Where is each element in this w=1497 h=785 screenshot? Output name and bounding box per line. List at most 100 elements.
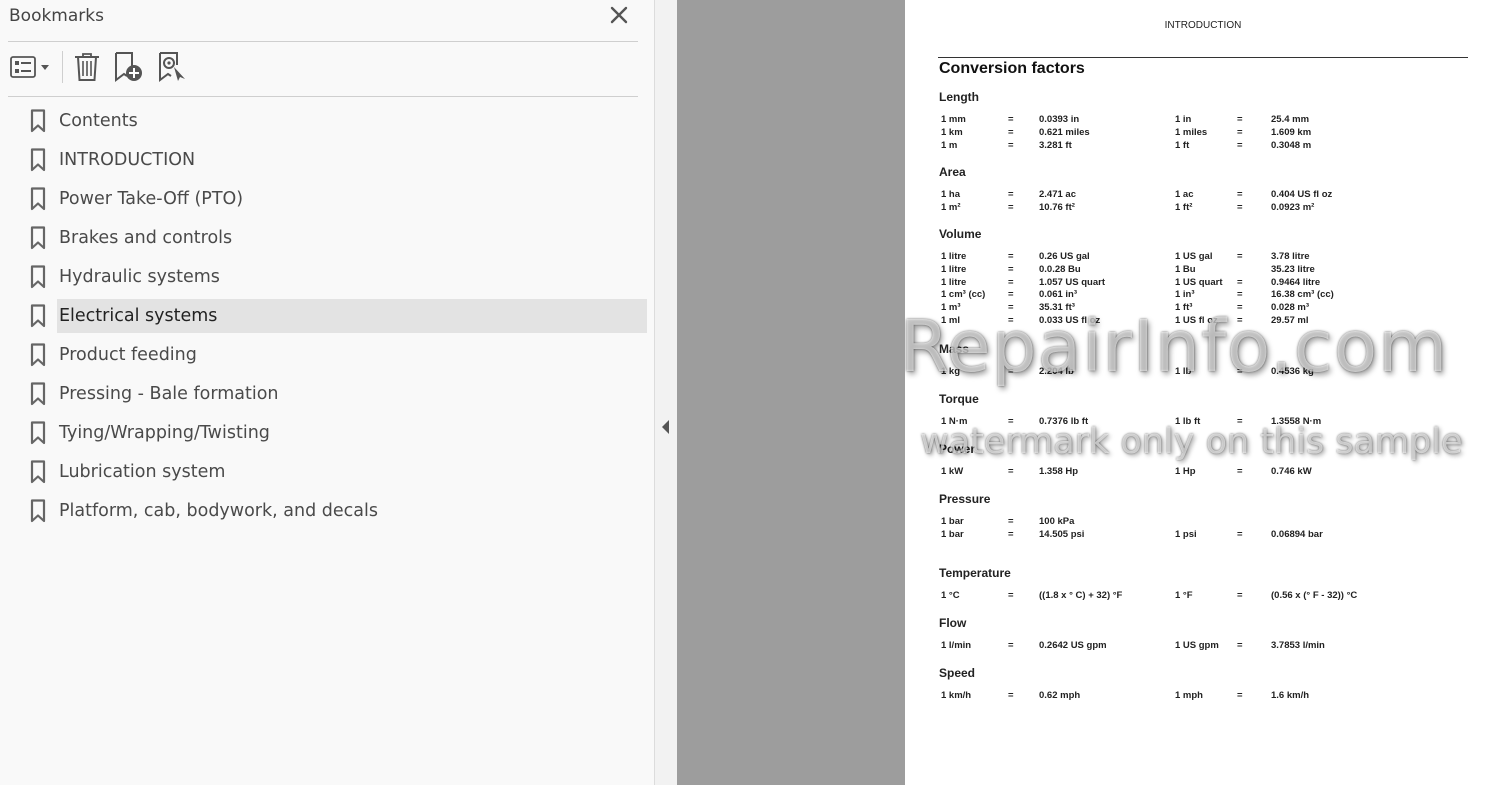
table-cell: =: [1237, 416, 1243, 427]
new-bookmark-button[interactable]: [113, 51, 145, 83]
table-cell: 0.9464 litre: [1271, 276, 1321, 288]
bookmark-label: Contents: [59, 111, 138, 131]
bookmark-item[interactable]: Product feeding: [0, 336, 655, 375]
table-cell: =: [1008, 528, 1014, 540]
bookmark-item[interactable]: Platform, cab, bodywork, and decals: [0, 492, 655, 531]
table-cell: =: [1237, 315, 1243, 326]
delete-bookmark-button[interactable]: [72, 51, 102, 83]
bookmark-item[interactable]: Pressing - Bale formation: [0, 375, 655, 414]
bookmark-ribbon-icon: [30, 109, 46, 133]
bookmarks-panel: Bookmarks Contents INTRODUCTION Power Ta…: [0, 0, 655, 785]
table-cell: 0.061 in³: [1039, 289, 1078, 301]
table-row: 1 N·m = 0.7376 lb ft 1 lb ft = 1.3558 N·m: [905, 416, 1497, 429]
panel-splitter[interactable]: [655, 0, 677, 785]
table-cell: 0.3048 m: [1271, 139, 1312, 151]
table-cell: =: [1008, 416, 1014, 427]
table-cell: 1 psi: [1175, 528, 1197, 540]
table-cell: 1 ml: [941, 315, 961, 326]
find-bookmark-button[interactable]: [157, 51, 189, 83]
table-cell: 1 °C: [941, 590, 960, 601]
table-cell: 0.2642 US gpm: [1039, 640, 1107, 651]
table-cell: =: [1008, 276, 1014, 288]
section-title: Area: [939, 165, 966, 179]
bookmark-ribbon-icon: [30, 460, 46, 484]
table-cell: =: [1008, 289, 1014, 301]
table-cell: =: [1008, 516, 1014, 527]
table-cell: =: [1237, 528, 1243, 540]
header-rule: [938, 57, 1468, 58]
table-cell: =: [1237, 126, 1243, 138]
section-title: Mass: [939, 342, 970, 356]
table-cell: 1.358 Hp: [1039, 466, 1079, 477]
bookmark-ribbon-icon: [30, 226, 46, 250]
bookmark-item[interactable]: Electrical systems: [0, 297, 655, 336]
find-bookmark-icon: [159, 52, 185, 82]
table-cell: 1.057 US quart: [1039, 276, 1105, 288]
table-cell: 1 miles: [1175, 126, 1208, 138]
table-cell: 1 in: [1175, 114, 1192, 125]
table-cell: 1 ac: [1175, 189, 1194, 200]
table-cell: 0.0923 m²: [1271, 201, 1315, 213]
table-cell: =: [1237, 276, 1243, 288]
table-cell: 35.23 litre: [1271, 263, 1315, 275]
table-cell: 1 km/h: [941, 690, 972, 701]
table-cell: =: [1008, 201, 1014, 213]
table-cell: 1 litre: [941, 263, 967, 275]
bookmark-label: Platform, cab, bodywork, and decals: [59, 501, 378, 521]
table-cell: 1 in³: [1175, 289, 1195, 301]
table-cell: 1 cm³ (cc): [941, 289, 986, 301]
table-cell: 0.7376 lb ft: [1039, 416, 1089, 427]
table-row: 1 m³ = 35.31 ft³ 1 ft³ = 0.028 m³: [905, 302, 1497, 315]
bookmark-ribbon-icon: [30, 382, 46, 406]
table-cell: 25.4 mm: [1271, 114, 1310, 125]
close-icon: [610, 6, 628, 24]
bookmark-item[interactable]: Brakes and controls: [0, 219, 655, 258]
table-cell: 1.3558 N·m: [1271, 416, 1322, 427]
table-cell: 1 lb: [1175, 366, 1192, 377]
bookmark-ribbon-icon: [30, 187, 46, 211]
divider-top: [8, 41, 638, 42]
table-cell: 1 bar: [941, 516, 964, 527]
table-cell: 1 ft²: [1175, 201, 1193, 213]
bookmark-label: Pressing - Bale formation: [59, 384, 279, 404]
bookmark-label: INTRODUCTION: [59, 150, 196, 170]
table-cell: =: [1008, 139, 1014, 151]
close-panel-button[interactable]: [608, 4, 630, 26]
table-cell: 0.06894 bar: [1271, 528, 1323, 540]
table-cell: 1.609 km: [1271, 126, 1312, 138]
table-cell: 0.404 US fl oz: [1271, 189, 1333, 200]
table-cell: =: [1237, 302, 1243, 314]
table-cell: 0.621 miles: [1039, 126, 1090, 138]
table-row: 1 ml = 0.033 US fl oz 1 US fl oz = 29.57 ml: [905, 315, 1497, 328]
bookmark-item[interactable]: Power Take-Off (PTO): [0, 180, 655, 219]
table-cell: =: [1008, 590, 1014, 601]
table-cell: 1 ft: [1175, 139, 1190, 151]
table-cell: 1 kW: [941, 466, 964, 477]
table-cell: =: [1237, 466, 1243, 477]
table-cell: 1 mm: [941, 114, 966, 125]
table-row: 1 m = 3.281 ft 1 ft = 0.3048 m: [905, 140, 1497, 153]
table-cell: 1 ft³: [1175, 302, 1193, 314]
table-cell: 1 l/min: [941, 640, 972, 651]
section-title: Temperature: [939, 566, 1011, 580]
table-cell: (0.56 x (° F - 32)) °C: [1271, 590, 1358, 601]
table-cell: =: [1008, 251, 1014, 262]
bookmark-item[interactable]: INTRODUCTION: [0, 141, 655, 180]
table-cell: =: [1008, 126, 1014, 138]
bookmark-label: Hydraulic systems: [59, 267, 220, 287]
bookmark-item[interactable]: Contents: [0, 102, 655, 141]
table-cell: =: [1008, 640, 1014, 651]
table-cell: 1 Bu: [1175, 263, 1196, 275]
toolbar-separator: [62, 51, 63, 83]
table-cell: ((1.8 x ° C) + 32) °F: [1039, 590, 1123, 601]
bookmark-item[interactable]: Tying/Wrapping/Twisting: [0, 414, 655, 453]
table-cell: =: [1008, 690, 1014, 701]
table-cell: =: [1008, 466, 1014, 477]
bookmark-item[interactable]: Hydraulic systems: [0, 258, 655, 297]
table-cell: =: [1008, 114, 1014, 125]
bookmark-item[interactable]: Lubrication system: [0, 453, 655, 492]
collapse-panel-arrow-icon[interactable]: [662, 420, 669, 434]
options-menu-button[interactable]: [9, 51, 53, 83]
table-cell: 1 lb ft: [1175, 416, 1201, 427]
table-cell: 1 litre: [941, 251, 967, 262]
